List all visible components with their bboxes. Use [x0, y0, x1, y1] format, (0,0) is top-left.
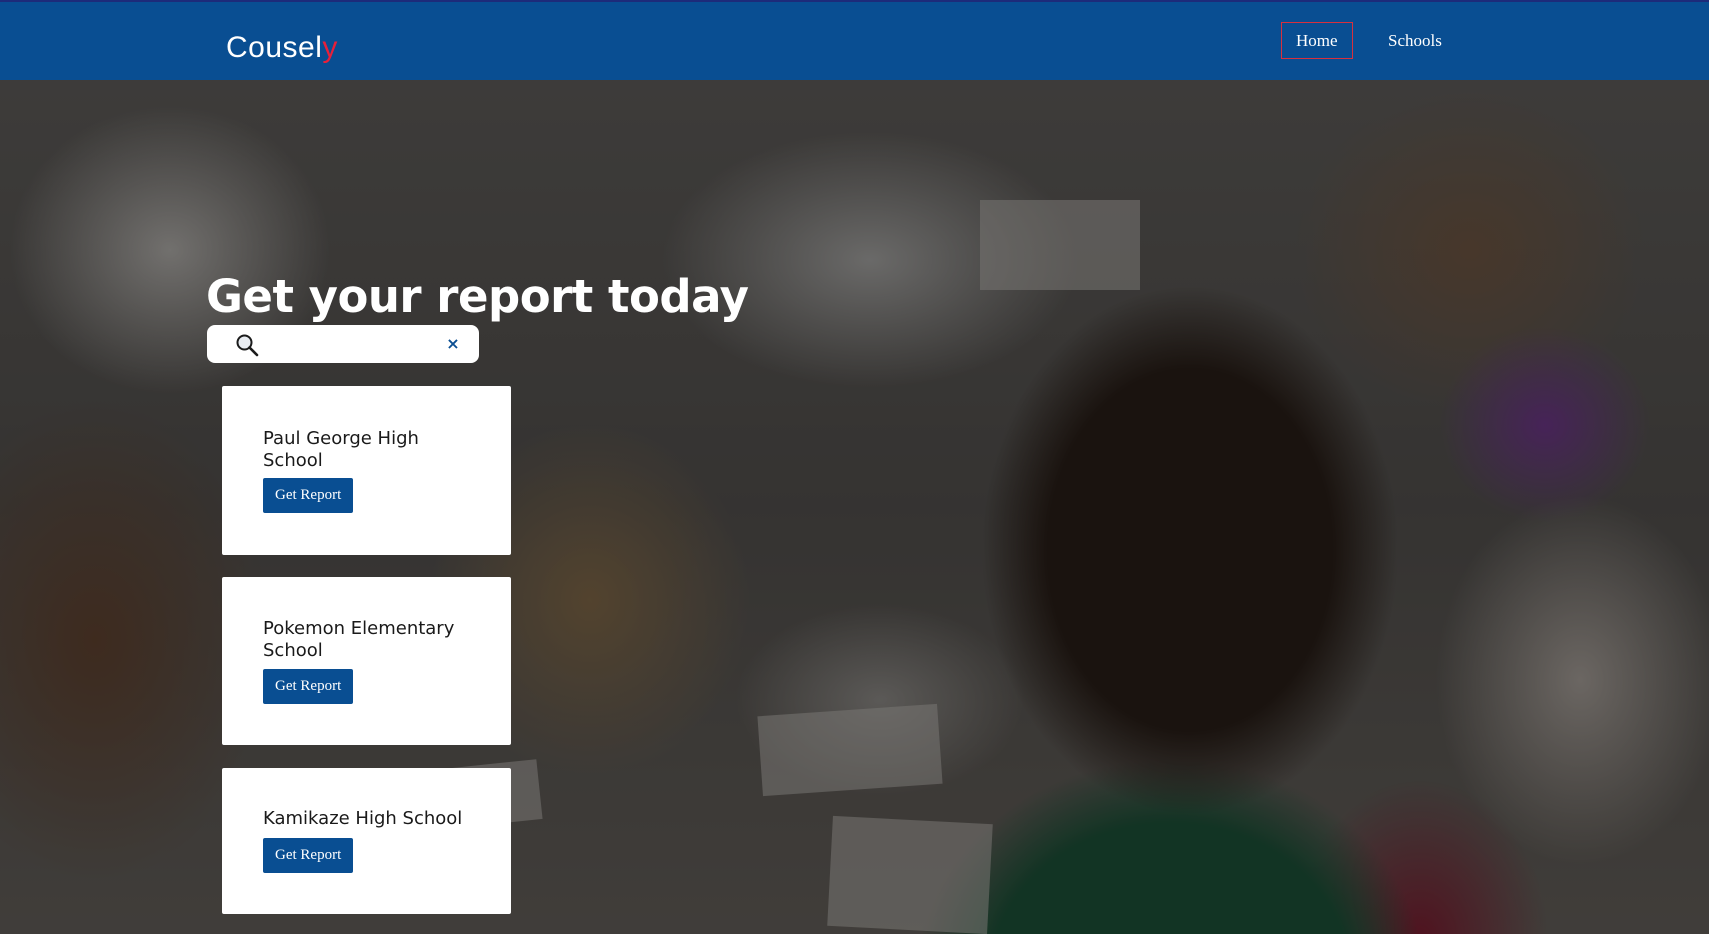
nav-link-schools[interactable]: Schools — [1373, 22, 1457, 59]
search-input[interactable] — [269, 333, 439, 355]
school-card: Paul George High School Get Report — [222, 386, 511, 555]
brand-logo[interactable]: Cousely — [226, 31, 338, 65]
magnifier-icon — [236, 334, 259, 357]
brand-logo-accent: y — [322, 31, 338, 64]
school-card: Pokemon Elementary School Get Report — [222, 577, 511, 745]
school-name: Kamikaze High School — [263, 808, 463, 829]
get-report-button[interactable]: Get Report — [263, 478, 354, 513]
hero-headline: Get your report today — [206, 270, 749, 323]
school-name: Paul George High School — [263, 428, 419, 471]
school-search-box: × — [207, 325, 479, 363]
get-report-button[interactable]: Get Report — [263, 838, 354, 873]
brand-logo-main: Cousel — [226, 31, 323, 64]
school-name: Pokemon Elementary School — [263, 618, 455, 661]
school-card: Kamikaze High School Get Report — [222, 768, 511, 914]
get-report-button[interactable]: Get Report — [263, 669, 354, 704]
close-icon[interactable]: × — [443, 334, 463, 354]
top-navbar: Cousely Home Schools — [0, 0, 1709, 80]
nav-link-home[interactable]: Home — [1281, 22, 1353, 59]
